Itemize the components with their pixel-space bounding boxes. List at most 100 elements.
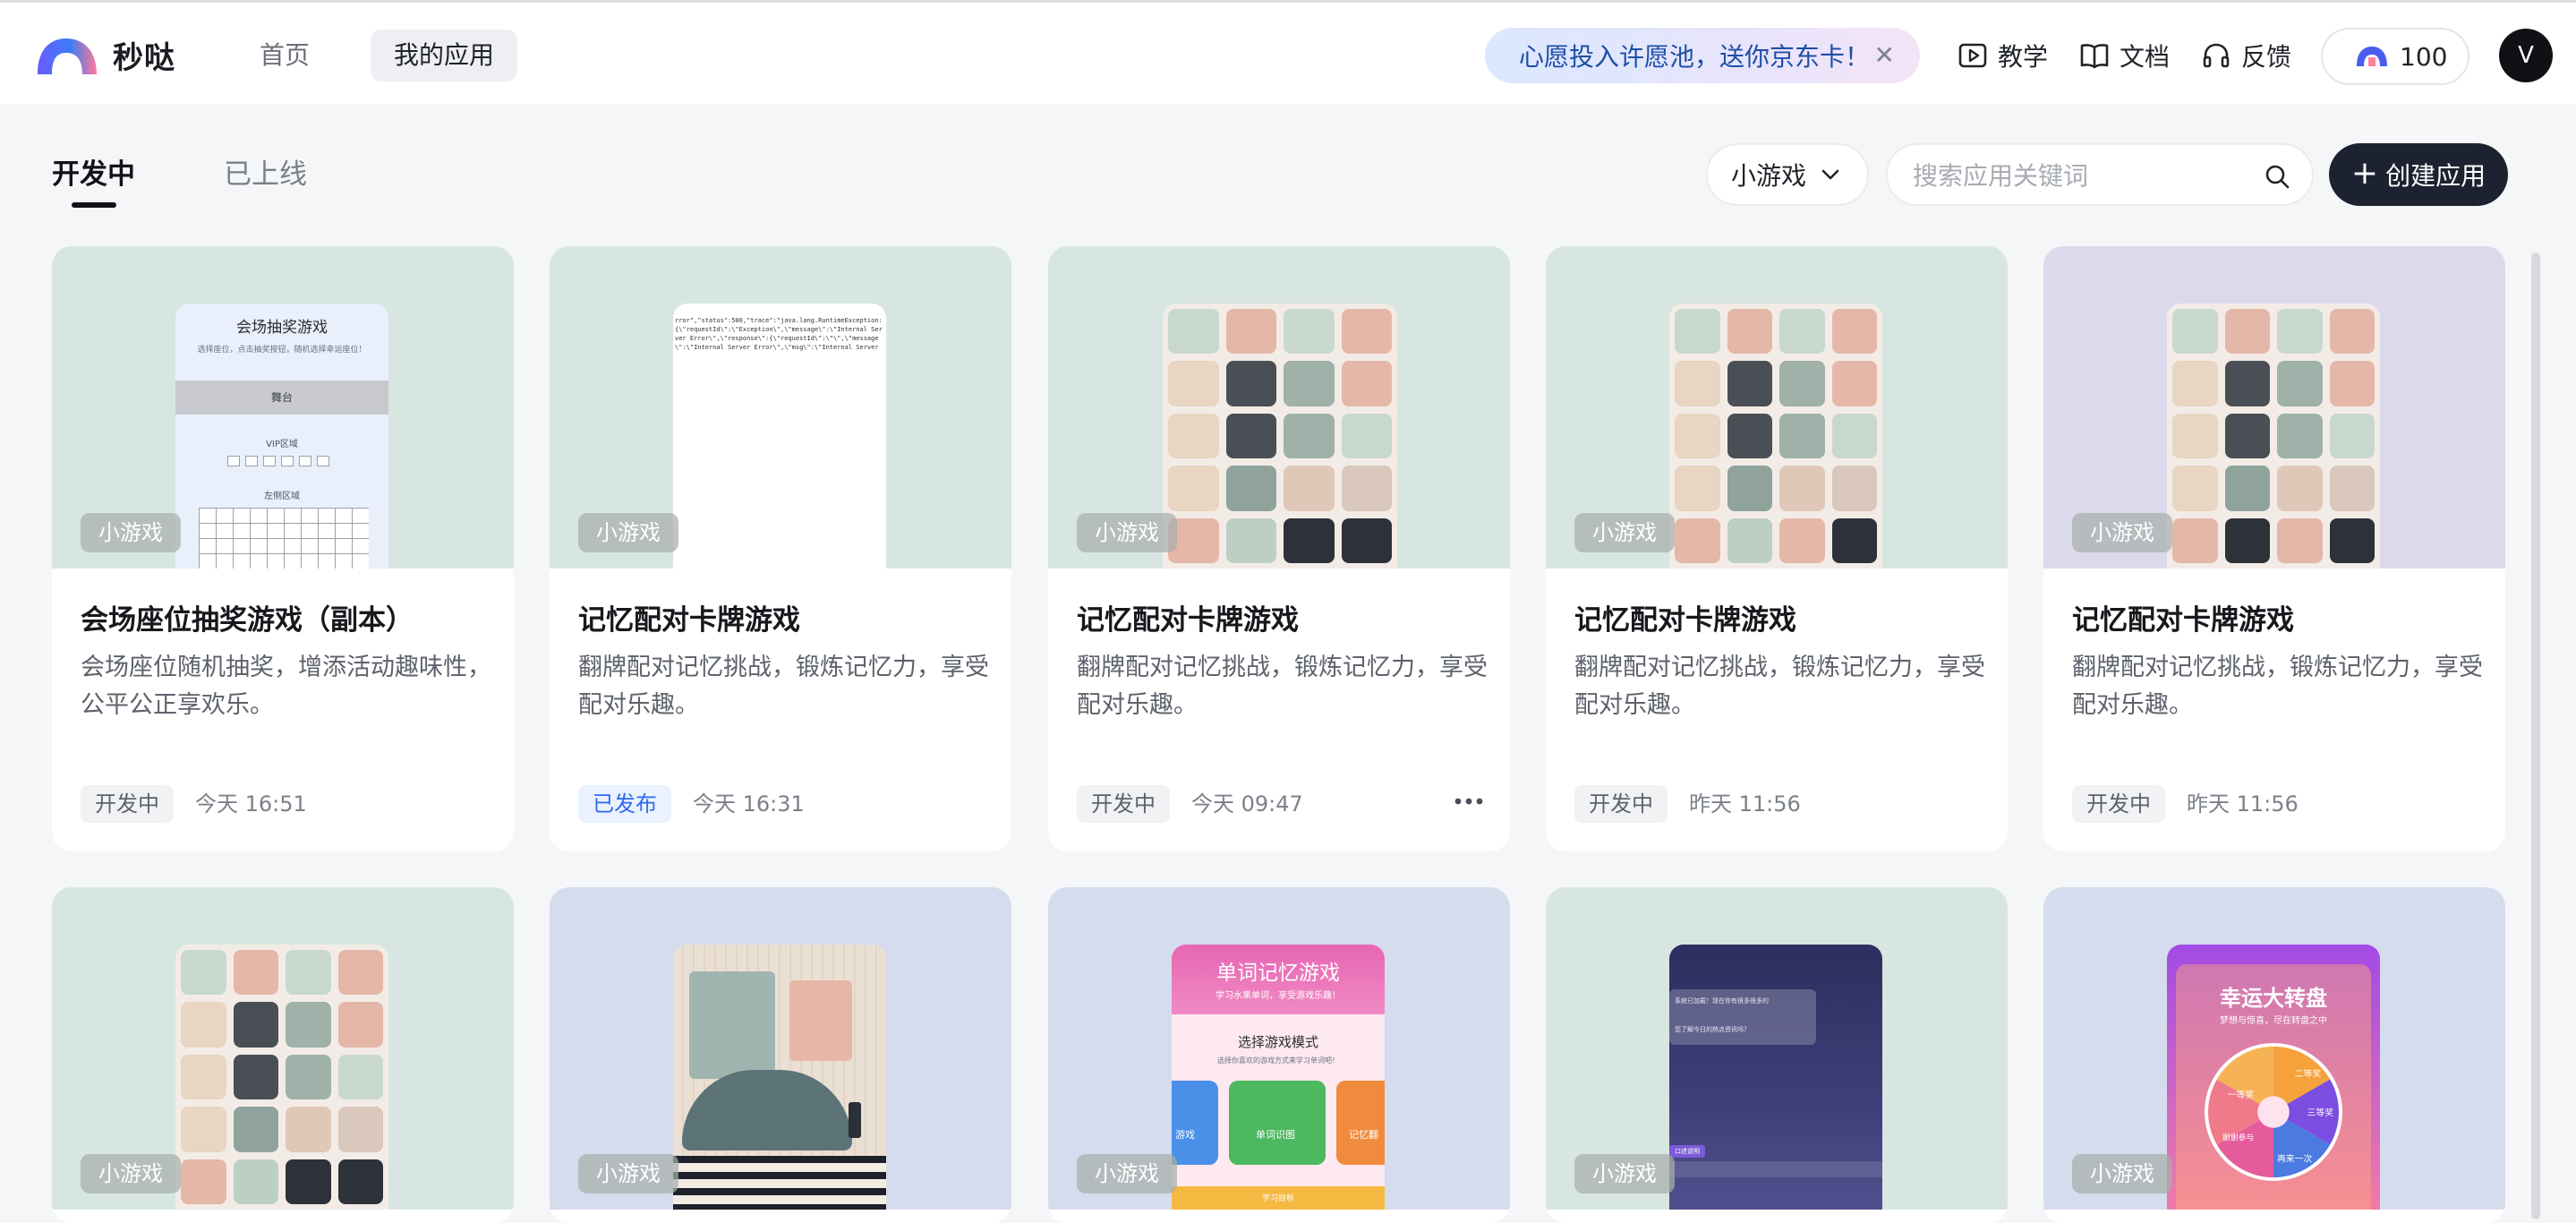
category-tag: 小游戏 [81,513,181,552]
updated-time: 今天 16:51 [195,791,307,817]
close-icon[interactable]: ✕ [1874,40,1895,71]
app-card[interactable]: 小游戏 记忆配对卡牌游戏 翻牌配对记忆挑战，锻炼记忆力，享受配对乐趣。 开发中 … [2043,246,2505,851]
updated-time: 今天 16:31 [693,791,805,817]
brand-logo[interactable]: 秒哒 [34,33,175,77]
app-preview: 会场抽奖游戏 选择座位，点击抽奖按钮，随机选择幸运座位！ 舞台 VIP区域 左侧… [175,304,388,569]
user-avatar[interactable]: V [2499,29,2553,82]
category-tag: 小游戏 [578,1154,678,1193]
preview-footer: 学习目标 [1172,1186,1385,1210]
card-description: 翻牌配对记忆挑战，锻炼记忆力，享受配对乐趣。 [1574,654,1985,719]
category-tag: 小游戏 [2072,1154,2172,1193]
preview-subtitle: 学习水果单词，享受游戏乐趣！ [1215,991,1341,1001]
credits-value: 100 [2400,41,2448,72]
card-description: 翻牌配对记忆挑战，锻炼记忆力，享受配对乐趣。 [2072,654,2483,719]
tutorial-link[interactable]: 教学 [1957,35,2048,76]
preview-subtitle: 梦想与惊喜，尽在转盘之中 [2220,1016,2327,1026]
preview-title: 单词记忆游戏 [1216,962,1340,985]
app-card[interactable]: 小游戏 [52,887,514,1223]
preview-title: 会场抽奖游戏 [236,319,328,337]
create-app-button[interactable]: + 创建应用 [2329,143,2508,206]
credits-logo-icon [2357,47,2387,66]
app-card[interactable]: 小游戏 记忆配对卡牌游戏 翻牌配对记忆挑战，锻炼记忆力，享受配对乐趣。 开发中 … [1546,246,2008,851]
card-title: 记忆配对卡牌游戏 [578,604,800,637]
promo-text: 心愿投入许愿池，送你京东卡！ [1519,42,1871,72]
preview-panel: 幸运大转盘 梦想与惊喜，尽在转盘之中 二等奖 三等奖 再来一次 谢谢参与 一等奖 [2176,964,2371,1210]
svg-text:三等奖: 三等奖 [2307,1107,2334,1118]
headset-icon [2203,43,2230,68]
brand-name: 秒哒 [113,40,175,76]
card-title: 会场座位抽奖游戏（副本） [81,604,414,637]
card-thumbnail: 会场抽奖游戏 选择座位，点击抽奖按钮，随机选择幸运座位！ 舞台 VIP区域 左侧… [52,246,514,569]
svg-text:谢谢参与: 谢谢参与 [2222,1133,2255,1143]
feedback-link[interactable]: 反馈 [2200,35,2291,76]
app-preview [1669,304,1882,569]
category-tag: 小游戏 [1077,1154,1177,1193]
preview-stage: 舞台 [175,381,388,415]
top-header: 秒哒 首页 我的应用 心愿投入许愿池，送你京东卡！ ✕ 教学 文档 反馈 100… [0,0,2576,104]
card-thumbnail: rror","status":500,"trace":"java.lang.Ru… [550,246,1011,569]
preview-option-3: 记忆翻 [1336,1081,1385,1165]
docs-link[interactable]: 文档 [2078,35,2170,76]
app-card[interactable]: 小游戏 记忆配对卡牌游戏 翻牌配对记忆挑战，锻炼记忆力，享受配对乐趣。 开发中 … [1048,246,1510,851]
active-tab-indicator [72,202,116,208]
card-title: 记忆配对卡牌游戏 [1574,604,1796,637]
app-card[interactable]: 会场抽奖游戏 选择座位，点击抽奖按钮，随机选择幸运座位！ 舞台 VIP区域 左侧… [52,246,514,851]
updated-time: 昨天 11:56 [2187,791,2299,817]
preview-mode-hint: 选择你喜欢的游戏方式来学习单词吧！ [1217,1056,1339,1065]
play-video-icon [1958,43,1987,68]
filter-value: 小游戏 [1731,161,1807,191]
credits-badge[interactable]: 100 [2321,28,2469,85]
card-thumbnail: 系统已加载！现在你有很多很多的 您了解今日的热点资讯吗？ 口述说明 小游戏 [1546,887,2008,1210]
preview-subtitle: 选择座位，点击抽奖按钮，随机选择幸运座位！ [197,346,367,355]
card-thumbnail: 小游戏 [52,887,514,1210]
chevron-down-icon [1821,169,1839,180]
app-preview: 系统已加载！现在你有很多很多的 您了解今日的热点资讯吗？ 口述说明 [1669,945,1882,1210]
more-options-icon[interactable] [1451,783,1487,819]
app-card[interactable]: rror","status":500,"trace":"java.lang.Ru… [550,246,1011,851]
app-card[interactable]: 小游戏 [550,887,1011,1223]
app-card[interactable]: 幸运大转盘 梦想与惊喜，尽在转盘之中 二等奖 三等奖 再来一次 谢谢参与 一等奖 [2043,887,2505,1223]
search-input[interactable] [1913,156,2253,195]
category-tag: 小游戏 [1574,1154,1675,1193]
preview-vip-label: VIP区域 [266,440,298,449]
search-icon[interactable] [2264,163,2290,190]
status-badge: 开发中 [2072,785,2165,823]
search-box [1886,143,2314,206]
feedback-label: 反馈 [2241,42,2292,72]
card-thumbnail: 小游戏 [550,887,1011,1210]
tab-online[interactable]: 已上线 [224,154,307,195]
preview-dialog: 系统已加载！现在你有很多很多的 您了解今日的热点资讯吗？ [1669,989,1816,1045]
page-scrollbar[interactable] [2531,252,2540,1219]
status-badge: 开发中 [81,785,174,823]
tutorial-label: 教学 [1998,42,2049,72]
preview-header: 单词记忆游戏 学习水果单词，享受游戏乐趣！ [1172,945,1385,1014]
preview-seat-grid [199,508,369,569]
app-card[interactable]: 系统已加载！现在你有很多很多的 您了解今日的热点资讯吗？ 口述说明 小游戏 [1546,887,2008,1223]
app-preview [175,945,388,1210]
category-tag: 小游戏 [1077,513,1177,552]
promo-banner[interactable]: 心愿投入许愿池，送你京东卡！ ✕ [1485,28,1920,83]
app-preview [673,945,886,1210]
app-preview: rror","status":500,"trace":"java.lang.Ru… [673,304,886,569]
preview-mode: 选择游戏模式 [1237,1034,1318,1050]
preview-text-2: 您了解今日的热点资讯吗？ [1675,1026,1750,1033]
preview-left-label: 左侧区域 [264,492,300,501]
card-thumbnail: 小游戏 [2043,246,2505,569]
card-description: 翻牌配对记忆挑战，锻炼记忆力，享受配对乐趣。 [578,654,989,719]
svg-text:一等奖: 一等奖 [2228,1089,2255,1100]
tab-developing[interactable]: 开发中 [52,154,135,195]
app-preview [2167,304,2380,569]
app-card[interactable]: 单词记忆游戏 学习水果单词，享受游戏乐趣！ 选择游戏模式 选择你喜欢的游戏方式来… [1048,887,1510,1223]
nav-my-apps[interactable]: 我的应用 [371,30,518,81]
preview-badge: 口述说明 [1669,1145,1705,1158]
updated-time: 今天 09:47 [1191,791,1303,817]
prize-wheel: 二等奖 三等奖 再来一次 谢谢参与 一等奖 [2204,1042,2343,1182]
nav-home[interactable]: 首页 [242,30,328,81]
category-tag: 小游戏 [81,1154,181,1193]
preview-title: 幸运大转盘 [2220,986,2327,1011]
preview-bar [1669,1161,1882,1177]
card-description: 翻牌配对记忆挑战，锻炼记忆力，享受配对乐趣。 [1077,654,1488,719]
logo-icon [38,38,97,74]
svg-text:再来一次: 再来一次 [2277,1152,2313,1164]
category-filter-dropdown[interactable]: 小游戏 [1706,143,1869,206]
